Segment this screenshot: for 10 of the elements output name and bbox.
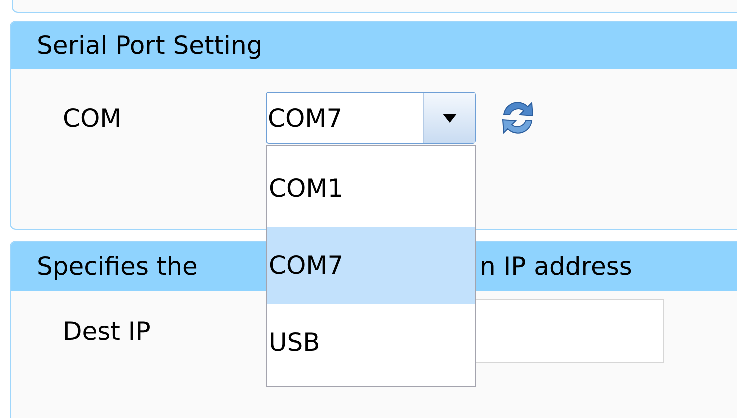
dropdown-value: COM7 <box>267 106 344 130</box>
dropdown-arrow-button[interactable] <box>423 93 475 143</box>
section-title: n IP address <box>480 254 634 279</box>
field-label: COM <box>63 106 123 130</box>
section-title: Specifies the <box>37 254 199 279</box>
dropdown-option[interactable]: COM7 <box>267 227 475 304</box>
caret-icon <box>442 114 456 122</box>
field-label: Dest IP <box>63 318 152 344</box>
dropdown-field[interactable]: COM7 <box>266 92 476 144</box>
section-title: Serial Port Setting <box>37 33 263 58</box>
